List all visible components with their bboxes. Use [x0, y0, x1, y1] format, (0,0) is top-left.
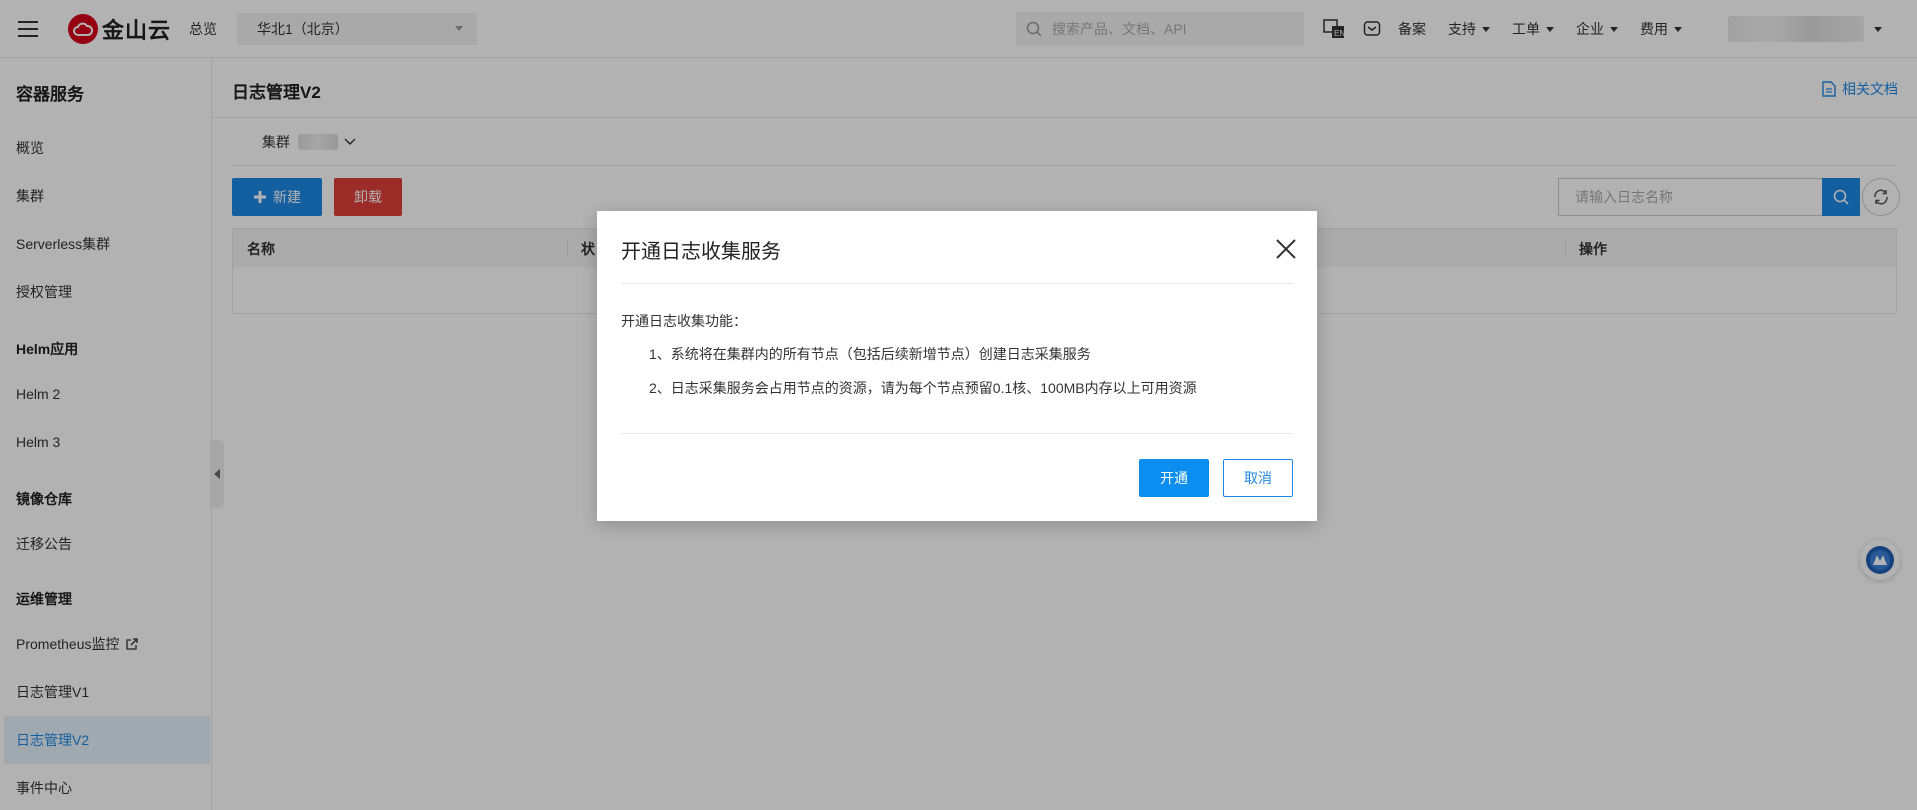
dialog-intro: 开通日志收集功能： — [621, 313, 747, 329]
enable-log-service-dialog: 开通日志收集服务 开通日志收集功能： 1、系统将在集群内的所有节点（包括后续新增… — [597, 211, 1317, 521]
cancel-button[interactable]: 取消 — [1223, 459, 1293, 497]
dialog-line-2: 2、日志采集服务会占用节点的资源，请为每个节点预留0.1核、100MB内存以上可… — [649, 380, 1197, 396]
dialog-divider — [621, 433, 1293, 434]
dialog-line-1: 1、系统将在集群内的所有节点（包括后续新增节点）创建日志采集服务 — [649, 346, 1091, 362]
dialog-divider — [621, 283, 1293, 284]
dialog-title: 开通日志收集服务 — [621, 241, 781, 263]
confirm-enable-button[interactable]: 开通 — [1139, 459, 1209, 497]
close-icon[interactable] — [1274, 237, 1298, 261]
